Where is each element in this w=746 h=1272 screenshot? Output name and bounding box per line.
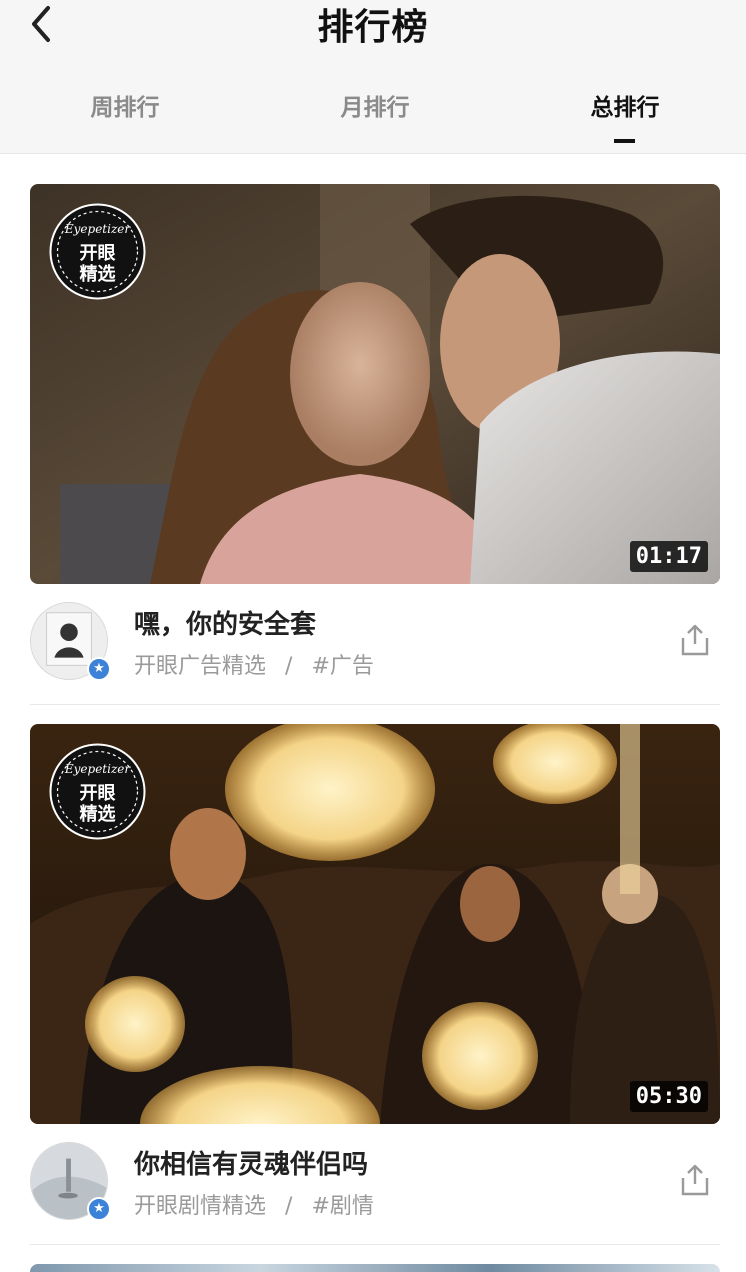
card-divider (30, 1244, 720, 1245)
meta-separator: / (285, 654, 293, 679)
author-name[interactable]: 开眼广告精选 (134, 654, 266, 679)
video-info: ★ 你相信有灵魂伴侣吗 开眼剧情精选 / #剧情 (30, 1124, 720, 1244)
video-meta: 开眼剧情精选 / #剧情 (134, 1188, 374, 1220)
next-video-thumbnail-partial[interactable] (30, 1264, 720, 1272)
svg-text:开眼: 开眼 (80, 783, 116, 804)
eyepetizer-badge: Eyepetizer 开眼 精选 (49, 743, 146, 840)
tab-overall[interactable]: 总排行 (535, 88, 715, 122)
page-title: 排行榜 (317, 7, 429, 48)
card-divider (30, 704, 720, 705)
video-thumbnail[interactable]: Eyepetizer 开眼 精选 05:30 (30, 724, 720, 1124)
video-title[interactable]: 你相信有灵魂伴侣吗 (134, 1144, 368, 1181)
category-tag[interactable]: #剧情 (311, 1194, 373, 1219)
video-thumbnail[interactable]: Eyepetizer 开眼 精选 01:17 (30, 184, 720, 584)
share-icon[interactable] (680, 624, 710, 656)
category-tag[interactable]: #广告 (311, 654, 373, 679)
video-card: Eyepetizer 开眼 精选 05:30 ★ 你相信有灵魂伴侣吗 开眼剧情精… (30, 724, 720, 1245)
svg-text:Eyepetizer: Eyepetizer (64, 762, 132, 776)
video-info: ★ 嘿，你的安全套 开眼广告精选 / #广告 (30, 584, 720, 704)
video-card: Eyepetizer 开眼 精选 01:17 ★ 嘿，你的安全套 开眼广告精选 … (30, 184, 720, 705)
duration-label: 01:17 (629, 541, 708, 572)
svg-text:开眼: 开眼 (80, 243, 116, 264)
svg-text:Eyepetizer: Eyepetizer (64, 222, 132, 236)
author-name[interactable]: 开眼剧情精选 (134, 1194, 266, 1219)
eyepetizer-badge: Eyepetizer 开眼 精选 (49, 203, 146, 300)
tab-monthly[interactable]: 月排行 (285, 88, 465, 122)
svg-text:精选: 精选 (80, 803, 116, 825)
share-icon[interactable] (680, 1164, 710, 1196)
video-meta: 开眼广告精选 / #广告 (134, 648, 374, 680)
tab-weekly[interactable]: 周排行 (35, 88, 215, 122)
meta-separator: / (285, 1194, 293, 1219)
svg-text:精选: 精选 (80, 263, 116, 285)
duration-label: 05:30 (629, 1081, 708, 1112)
video-title[interactable]: 嘿，你的安全套 (134, 604, 316, 641)
verified-star-icon: ★ (87, 657, 111, 681)
active-tab-indicator (614, 139, 635, 143)
top-nav-bar: 排行榜 周排行 月排行 总排行 (0, 0, 746, 154)
verified-star-icon: ★ (87, 1197, 111, 1221)
